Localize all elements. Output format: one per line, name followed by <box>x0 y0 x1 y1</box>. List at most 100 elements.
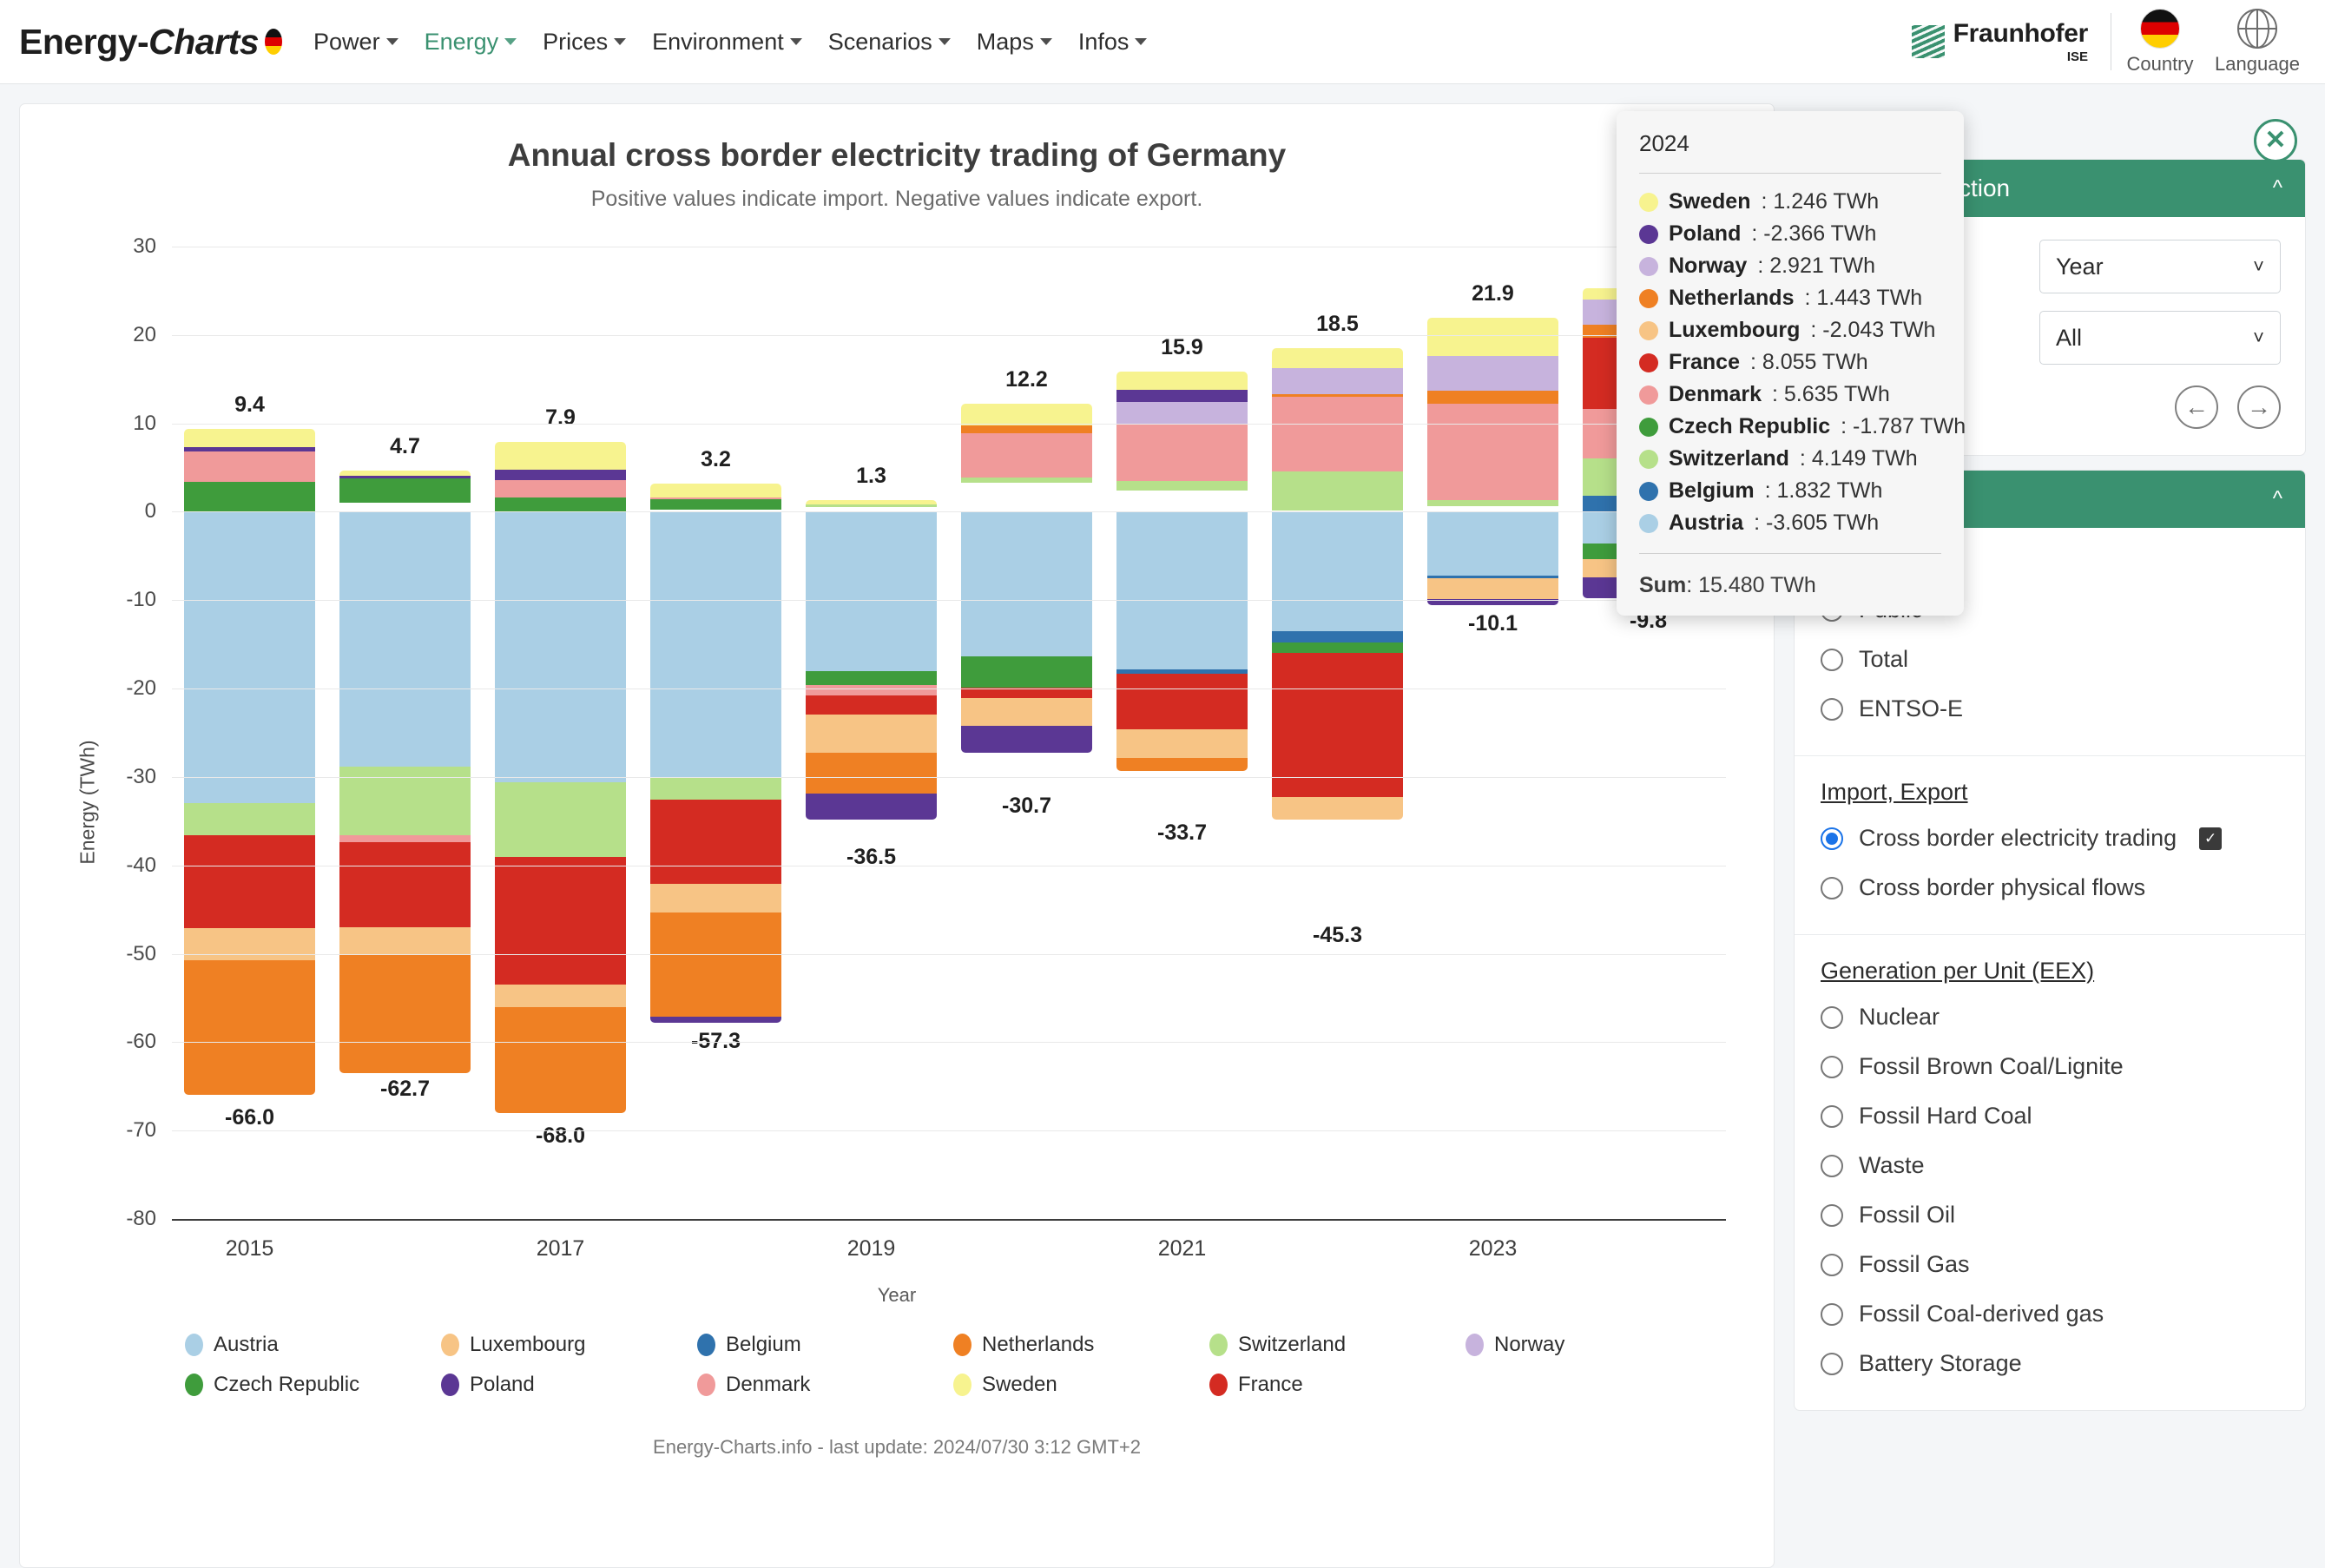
source-option[interactable]: Fossil Hard Coal <box>1821 1103 2279 1130</box>
bar-segment[interactable] <box>184 451 315 482</box>
bar-segment[interactable] <box>495 985 626 1007</box>
source-option[interactable]: Fossil Coal-derived gas <box>1821 1301 2279 1328</box>
bar-segment[interactable] <box>650 884 781 912</box>
bar-segment[interactable] <box>184 959 315 1096</box>
legend-item[interactable]: Sweden <box>953 1372 1209 1398</box>
source-option[interactable]: ENTSO-E <box>1821 695 2279 722</box>
bar-negative[interactable] <box>1272 511 1403 912</box>
bar-group[interactable]: 12.2 -30.7 <box>949 247 1104 1219</box>
arrow-right-icon[interactable]: → <box>2237 385 2281 429</box>
bar-positive[interactable] <box>1116 371 1248 512</box>
bar-positive[interactable] <box>650 483 781 512</box>
radio-button[interactable] <box>1821 827 1843 850</box>
source-option[interactable]: Cross border electricity trading <box>1821 825 2279 852</box>
bar-segment[interactable] <box>1427 404 1558 501</box>
radio-button[interactable] <box>1821 697 1843 721</box>
radio-button[interactable] <box>1821 1055 1843 1078</box>
bar-negative[interactable] <box>961 511 1092 783</box>
bar-segment[interactable] <box>184 428 315 448</box>
bar-segment[interactable] <box>806 670 937 685</box>
bar-segment[interactable] <box>1427 356 1558 391</box>
legend-item[interactable]: Luxembourg <box>441 1332 697 1358</box>
bar-segment[interactable] <box>961 477 1092 483</box>
bar-segment[interactable] <box>650 776 781 800</box>
bar-group[interactable]: 15.9 -33.7 <box>1104 247 1260 1219</box>
bar-segment[interactable] <box>339 478 471 504</box>
radio-button[interactable] <box>1821 1005 1843 1029</box>
bar-negative[interactable] <box>184 511 315 1096</box>
bar-group[interactable]: 1.3 -36.5 <box>794 247 949 1219</box>
bar-segment[interactable] <box>339 511 471 767</box>
bar-segment[interactable] <box>1272 397 1403 471</box>
sources-body[interactable]: GenerationPublicTotalENTSO-EImport, Expo… <box>1795 528 2305 1410</box>
bar-segment[interactable] <box>184 835 315 928</box>
legend-item[interactable]: Denmark <box>697 1372 953 1398</box>
bar-negative[interactable] <box>650 511 781 1023</box>
bar-segment[interactable] <box>806 511 937 671</box>
bar-segment[interactable] <box>961 404 1092 425</box>
source-option[interactable]: Cross border physical flows <box>1821 874 2279 901</box>
bar-negative[interactable] <box>339 511 471 1073</box>
bar-segment[interactable] <box>1272 511 1403 631</box>
bar-segment[interactable] <box>1272 642 1403 654</box>
bar-segment[interactable] <box>806 794 937 820</box>
interval-select[interactable]: Year ˅ <box>2039 240 2281 293</box>
bar-group[interactable]: 7.9 -68.0 <box>483 247 638 1219</box>
bar-segment[interactable] <box>1116 757 1248 771</box>
bar-segment[interactable] <box>339 835 471 843</box>
radio-button[interactable] <box>1821 1352 1843 1375</box>
legend-item[interactable]: Belgium <box>697 1332 953 1358</box>
bar-segment[interactable] <box>1272 630 1403 643</box>
source-option[interactable]: Fossil Gas <box>1821 1251 2279 1278</box>
bar-group[interactable]: 4.7 -62.7 <box>327 247 483 1219</box>
bar-segment[interactable] <box>1116 728 1248 758</box>
radio-button[interactable] <box>1821 1154 1843 1177</box>
bar-segment[interactable] <box>1116 423 1248 481</box>
bar-segment[interactable] <box>1116 673 1248 729</box>
legend-item[interactable]: Poland <box>441 1372 697 1398</box>
source-option[interactable]: Fossil Oil <box>1821 1202 2279 1229</box>
bar-segment[interactable] <box>650 511 781 777</box>
bar-segment[interactable] <box>1116 371 1248 390</box>
bar-segment[interactable] <box>339 842 471 927</box>
bar-segment[interactable] <box>339 926 471 954</box>
bar-segment[interactable] <box>650 912 781 1017</box>
bar-segment[interactable] <box>495 1006 626 1113</box>
nav-item-scenarios[interactable]: Scenarios <box>828 29 951 56</box>
site-logo[interactable]: Energy-Charts <box>19 22 283 63</box>
bar-segment[interactable] <box>650 1016 781 1023</box>
legend-item[interactable]: France <box>1209 1372 1465 1398</box>
bar-segment[interactable] <box>961 698 1092 726</box>
source-option[interactable]: Battery Storage <box>1821 1350 2279 1377</box>
bar-segment[interactable] <box>806 714 937 754</box>
bar-segment[interactable] <box>1427 390 1558 405</box>
bar-segment[interactable] <box>806 504 937 508</box>
fraunhofer-logo[interactable]: Fraunhofer ISE <box>1911 13 2111 70</box>
bar-segment[interactable] <box>495 782 626 857</box>
nav-item-infos[interactable]: Infos <box>1078 29 1148 56</box>
language-selector[interactable]: Language <box>2209 8 2306 76</box>
bar-positive[interactable] <box>1427 318 1558 511</box>
bar-segment[interactable] <box>650 483 781 498</box>
bar-positive[interactable] <box>495 442 626 512</box>
bar-segment[interactable] <box>1272 653 1403 798</box>
bar-segment[interactable] <box>1272 368 1403 394</box>
country-selector[interactable]: Country <box>2111 8 2209 76</box>
radio-button[interactable] <box>1821 1104 1843 1128</box>
radio-button[interactable] <box>1821 876 1843 899</box>
bar-segment[interactable] <box>184 511 315 804</box>
source-option[interactable]: Total <box>1821 646 2279 673</box>
bar-segment[interactable] <box>1116 389 1248 403</box>
bar-group[interactable]: 18.5 -45.3 <box>1260 247 1415 1219</box>
bar-segment[interactable] <box>1116 402 1248 424</box>
bar-segment[interactable] <box>961 511 1092 657</box>
source-option[interactable]: Nuclear <box>1821 1004 2279 1031</box>
legend-item[interactable]: Norway <box>1465 1332 1722 1358</box>
bar-segment[interactable] <box>1116 480 1248 491</box>
bar-segment[interactable] <box>806 753 937 794</box>
bar-negative[interactable] <box>1116 511 1248 809</box>
bar-negative[interactable] <box>1427 511 1558 606</box>
source-option[interactable]: Fossil Brown Coal/Lignite <box>1821 1053 2279 1080</box>
bar-segment[interactable] <box>1427 577 1558 600</box>
bar-segment[interactable] <box>961 425 1092 433</box>
